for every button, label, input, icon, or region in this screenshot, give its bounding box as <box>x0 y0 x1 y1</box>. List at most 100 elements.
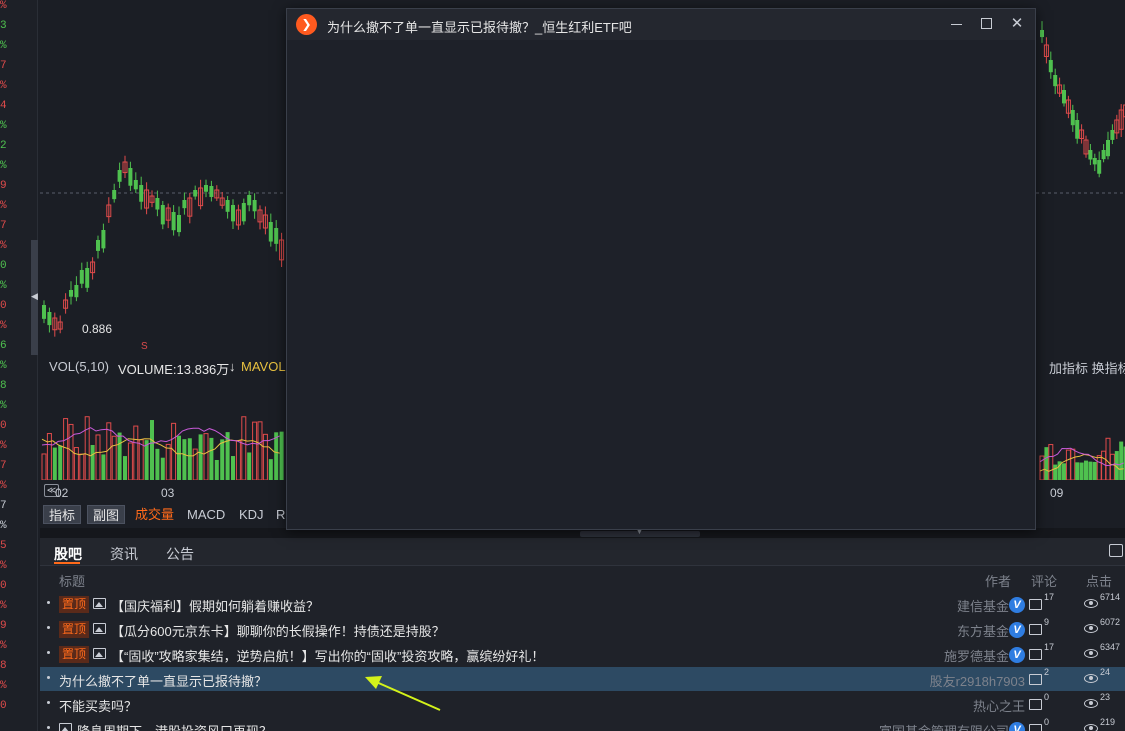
candle <box>182 192 187 215</box>
volume-bar <box>182 439 187 480</box>
left-percent-value: % <box>0 600 7 612</box>
left-percent-value: 8 <box>0 380 7 392</box>
eye-icon <box>1084 649 1098 658</box>
volume-bar <box>73 447 79 480</box>
verified-badge-icon: V <box>1009 622 1025 638</box>
volume-bar <box>1053 464 1058 480</box>
volume-bar <box>106 422 112 480</box>
forum-row[interactable]: 不能买卖吗？ 热心之王 0 23 <box>40 692 1125 716</box>
post-title[interactable]: 不能买卖吗？ <box>59 696 137 715</box>
post-author[interactable]: 股友r2918h7903 <box>930 671 1025 690</box>
candle <box>171 205 176 236</box>
tab-indicator[interactable]: 指标 <box>43 505 82 524</box>
tab-kdj[interactable]: KDJ <box>234 505 269 524</box>
left-percent-value: 7 <box>0 460 7 472</box>
tab-subchart[interactable]: 副图 <box>87 505 126 524</box>
comment-icon <box>1029 699 1042 710</box>
left-percent-value: % <box>0 320 7 332</box>
forum-row[interactable]: 置顶 【瓜分600元京东卡】聊聊你的长假操作！持债还是持股？ 东方基金 V 9 6072 <box>40 617 1125 641</box>
app-root: % 3% 7% 4% 2% 9% 7% 0% 0% 6% 8% 0% 7% 7% 5% 0% 9% 8% 0 ◀ 0… <box>0 0 1125 731</box>
volume-bar <box>90 444 95 480</box>
ma-line <box>41 427 280 447</box>
left-percent-value: % <box>0 400 7 412</box>
tab-guba[interactable]: 股吧 <box>54 544 82 564</box>
minimize-button[interactable] <box>946 14 968 34</box>
candle <box>219 191 225 209</box>
splitter-handle[interactable]: ▼ <box>580 526 700 537</box>
left-percent-value: 0 <box>0 300 7 312</box>
close-button[interactable]: ✕ <box>1006 14 1028 34</box>
volume-bar <box>1105 437 1111 480</box>
candle <box>117 162 122 189</box>
candle <box>101 223 106 253</box>
tab-news[interactable]: 资讯 <box>110 544 138 564</box>
post-title[interactable]: 【瓜分600元京东卡】聊聊你的长假操作！持债还是持股？ <box>111 621 445 640</box>
candle <box>52 312 58 337</box>
comment-count: 17 <box>1044 592 1055 602</box>
left-percent-value: 0 <box>0 420 7 432</box>
volume-bar <box>257 421 263 480</box>
post-title[interactable]: 【“固收”攻略家集结，逆势启航！】写出你的“固收”投资攻略，赢缤纷好礼！ <box>111 646 544 665</box>
forum-row[interactable]: 为什么撤不了单一直显示已报待撤？ 股友r2918h7903 2 24 <box>40 667 1125 691</box>
chat-icon[interactable] <box>1109 544 1123 557</box>
candle <box>257 205 263 230</box>
window-content <box>287 40 1035 529</box>
tab-volume[interactable]: 成交量 <box>130 505 179 524</box>
volume-bar <box>46 433 52 480</box>
annotation-arrow <box>365 676 441 711</box>
candle <box>1106 131 1110 160</box>
volume-bar <box>252 421 258 480</box>
candle <box>1101 144 1106 163</box>
post-title[interactable]: 【国庆福利】假期如何躺着赚收益？ <box>111 596 319 615</box>
candle <box>1114 114 1120 140</box>
left-percent-value: 2 <box>0 140 7 152</box>
candle <box>252 193 257 219</box>
left-percent-value: 5 <box>0 540 7 552</box>
maximize-button[interactable] <box>976 14 998 34</box>
candle <box>1118 104 1124 138</box>
candle <box>247 190 252 212</box>
candle <box>209 180 214 202</box>
post-title[interactable]: 为什么撤不了单一直显示已报待撤？ <box>59 671 267 690</box>
comment-count: 9 <box>1044 617 1050 627</box>
post-author[interactable]: 施罗德基金 <box>944 646 1009 665</box>
post-author[interactable]: 热心之王 <box>973 696 1025 715</box>
window-titlebar[interactable]: ❯ 为什么撤不了单一直显示已报待撤？_恒生红利ETF吧 ✕ <box>287 9 1035 40</box>
volume-bar <box>138 439 144 480</box>
volume-bar <box>1048 444 1054 480</box>
candle <box>1040 21 1044 43</box>
candle <box>1092 153 1097 172</box>
volume-bar <box>160 457 165 480</box>
forum-row[interactable]: 降息周期下，港股投资风口再现？ 富国基金管理有限公司V 0 219 <box>40 717 1125 731</box>
candle <box>85 261 90 292</box>
left-percent-value: 0 <box>0 580 7 592</box>
left-percent-value: 0 <box>0 260 7 272</box>
candle <box>274 220 279 252</box>
volume-bar <box>63 418 69 480</box>
candle <box>155 190 160 217</box>
volume-bar <box>268 459 273 480</box>
tab-macd[interactable]: MACD <box>182 505 230 524</box>
volume-bar <box>1088 461 1093 480</box>
post-author[interactable]: 建信基金 <box>957 596 1009 615</box>
volume-bar <box>1044 447 1049 480</box>
forum-row[interactable]: 置顶 【国庆福利】假期如何躺着赚收益？ 建信基金 V 17 6714 <box>40 592 1125 616</box>
forum-row[interactable]: 置顶 【“固收”攻略家集结，逆势启航！】写出你的“固收”投资攻略，赢缤纷好礼！ 施罗… <box>40 642 1125 666</box>
candle <box>42 300 46 324</box>
left-percent-value: % <box>0 360 7 372</box>
add-indicator-button[interactable]: 加指标 换指标 <box>1049 358 1125 377</box>
view-count: 6347 <box>1100 642 1121 652</box>
candle <box>225 195 230 219</box>
eye-icon <box>1084 699 1098 708</box>
candle <box>268 213 273 247</box>
post-author[interactable]: 东方基金 <box>957 621 1009 640</box>
eye-icon <box>1084 674 1098 683</box>
tab-announcements[interactable]: 公告 <box>166 544 194 564</box>
comment-icon <box>1029 674 1042 685</box>
eye-icon <box>1084 624 1098 633</box>
post-author[interactable]: 富国基金管理有限公司 <box>879 721 1009 731</box>
collapse-left-icon[interactable]: ◀ <box>31 291 38 302</box>
view-count: 6714 <box>1100 592 1121 602</box>
post-title[interactable]: 降息周期下，港股投资风口再现？ <box>77 721 272 731</box>
comment-count: 0 <box>1044 692 1050 702</box>
